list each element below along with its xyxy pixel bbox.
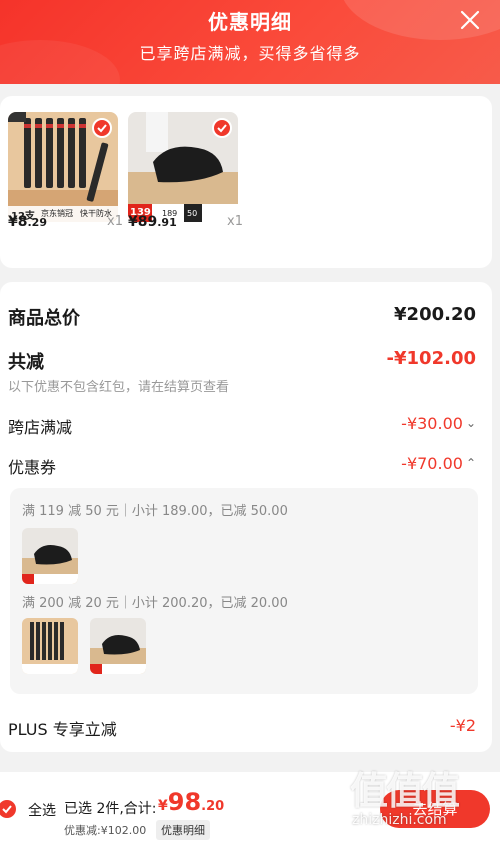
discount-note: 以下优惠不包含红包，请在结算页查看 [8,380,230,395]
product-image-shoes: 139 189 50 [128,112,238,222]
chevron-down-icon: ⌄ [465,416,476,430]
discount-summary: 优惠减:¥102.00 [64,824,147,837]
discount-detail-button[interactable]: 优惠明细 [156,820,210,840]
coupon-product-thumb-pens [22,618,78,674]
close-icon [460,10,480,30]
discount-detail-card: 商品总价 ¥200.20 共减 -¥102.00 以下优惠不包含红包，请在结算页… [0,282,492,752]
total-payable: ¥98.20 [158,788,225,816]
watermark-logo: 值值值 zhizhizhi.com [350,760,500,842]
total-price-value: ¥200.20 [394,304,476,325]
coupon-product-thumb-shoes [22,528,78,584]
plus-discount-label: PLUS 专享立减 [8,720,117,739]
page-subtitle: 已享跨店满减，买得多省得多 [139,44,361,63]
coupon-detail-box: 满 119 减 50 元｜小计 189.00，已减 50.00 满 200 减 … [10,488,478,694]
page-title: 优惠明细 [208,10,292,34]
coupon-rule-2: 满 200 减 20 元｜小计 200.20，已减 20.00 [22,596,288,611]
header: 优惠明细 已享跨店满减，买得多省得多 [0,0,500,84]
watermark-glyphs: 值值值 [350,769,460,813]
close-button[interactable] [458,8,482,32]
coupon-product-thumb-shoes [90,618,146,674]
cross-store-value: -¥30.00 ⌄ [401,414,476,433]
coupon-label: 优惠券 [8,458,57,477]
product-price: ¥8.29 [8,214,47,230]
total-reduce-label: 共减 [8,352,44,373]
products-card: 12支 京东销冠 快干防水 ¥8.29 x1 139 189 50 ¥89.91… [0,96,492,268]
coupon-value: -¥70.00 ⌃ [401,454,476,473]
select-all-checkbox[interactable] [0,800,16,818]
product-item[interactable]: 12支 京东销冠 快干防水 [8,112,118,222]
select-all-label[interactable]: 全选 [28,800,56,820]
product-image-pens: 12支 京东销冠 快干防水 [8,112,118,222]
product-price: ¥89.91 [128,214,177,230]
chevron-up-icon: ⌃ [465,456,476,470]
plus-discount-value: -¥2 [449,716,476,735]
coupon-rule-1: 满 119 减 50 元｜小计 189.00，已减 50.00 [22,504,288,519]
watermark-text: zhizhizhi.com [352,812,447,828]
product-item[interactable]: 139 189 50 [128,112,238,222]
selected-count: 已选 2件,合计: [64,801,157,817]
product-price-row: ¥89.91 x1 [128,214,243,230]
product-price-row: ¥8.29 x1 [8,214,123,230]
total-price-label: 商品总价 [8,308,80,329]
total-reduce-value: -¥102.00 [386,348,476,369]
product-qty: x1 [107,214,123,229]
selected-check-icon[interactable] [92,118,112,138]
selected-check-icon[interactable] [212,118,232,138]
product-qty: x1 [227,214,243,229]
cross-store-label: 跨店满减 [8,418,73,437]
